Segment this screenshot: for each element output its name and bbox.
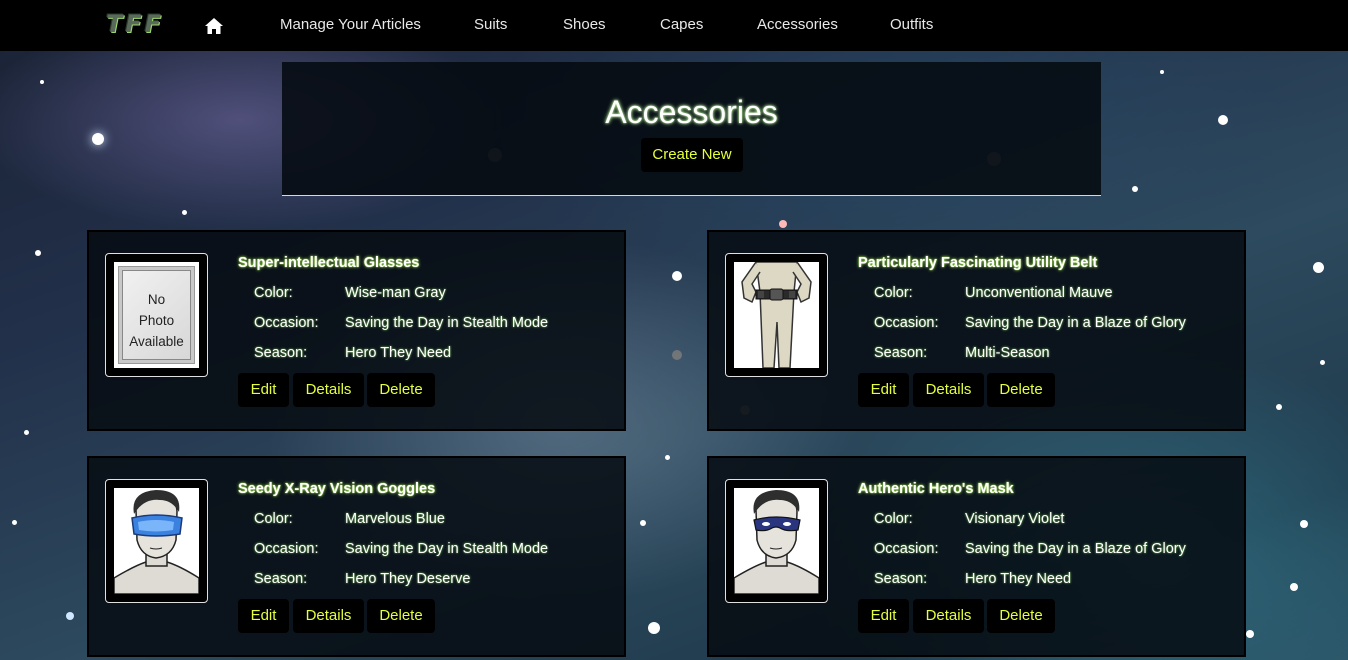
utility-belt-image (734, 262, 819, 368)
accessory-name: Particularly Fascinating Utility Belt (858, 255, 1098, 271)
accessory-card: No Photo Available Super-intellectual Gl… (87, 230, 626, 431)
color-value: Wise-man Gray (345, 285, 446, 301)
season-label: Season: (874, 571, 928, 587)
no-photo-text: Available (129, 334, 184, 349)
accessory-name: Authentic Hero's Mask (858, 481, 1014, 497)
occasion-value: Saving the Day in a Blaze of Glory (965, 541, 1186, 557)
nav-capes[interactable]: Capes (660, 16, 703, 33)
nav-shoes[interactable]: Shoes (563, 16, 606, 33)
edit-button[interactable]: Edit (238, 373, 289, 407)
occasion-label: Occasion: (254, 541, 319, 557)
no-photo-text: Photo (138, 313, 175, 328)
navbar: TFF Manage Your Articles Suits Shoes Cap… (0, 0, 1348, 51)
details-button[interactable]: Details (293, 599, 364, 633)
details-button[interactable]: Details (293, 373, 364, 407)
color-value: Visionary Violet (965, 511, 1065, 527)
accessory-card: Particularly Fascinating Utility Belt Co… (707, 230, 1246, 431)
goggles-image (114, 488, 199, 594)
season-label: Season: (254, 571, 308, 587)
mask-image (734, 488, 819, 594)
occasion-value: Saving the Day in Stealth Mode (345, 541, 549, 557)
accessory-thumbnail[interactable] (725, 479, 828, 603)
accessory-card: Seedy X-Ray Vision Goggles Color: Marvel… (87, 456, 626, 657)
accessory-thumbnail[interactable] (105, 479, 208, 603)
color-label: Color: (254, 511, 293, 527)
details-button[interactable]: Details (913, 599, 984, 633)
season-label: Season: (874, 345, 928, 361)
occasion-value: Saving the Day in Stealth Mode (345, 315, 549, 331)
create-new-button[interactable]: Create New (641, 138, 743, 172)
accessory-name: Seedy X-Ray Vision Goggles (238, 481, 436, 497)
season-value: Hero They Deserve (345, 571, 471, 587)
occasion-label: Occasion: (874, 315, 939, 331)
page-header: Accessories Create New (282, 62, 1101, 196)
nav-outfits[interactable]: Outfits (890, 16, 933, 33)
color-value: Marvelous Blue (345, 511, 445, 527)
color-label: Color: (254, 285, 293, 301)
color-label: Color: (874, 285, 913, 301)
accessory-thumbnail[interactable] (725, 253, 828, 377)
season-value: Hero They Need (965, 571, 1072, 587)
season-label: Season: (254, 345, 308, 361)
accessory-thumbnail[interactable]: No Photo Available (105, 253, 208, 377)
no-photo-text: No (147, 292, 166, 307)
home-icon[interactable] (204, 17, 224, 35)
accessory-card: Authentic Hero's Mask Color: Visionary V… (707, 456, 1246, 657)
no-photo-image: No Photo Available (114, 262, 199, 368)
delete-button[interactable]: Delete (367, 599, 435, 633)
edit-button[interactable]: Edit (238, 599, 289, 633)
season-value: Multi-Season (965, 345, 1050, 361)
page-title: Accessories (605, 94, 778, 130)
brand-logo[interactable]: TFF (106, 10, 164, 38)
delete-button[interactable]: Delete (367, 373, 435, 407)
occasion-label: Occasion: (254, 315, 319, 331)
color-label: Color: (874, 511, 913, 527)
delete-button[interactable]: Delete (987, 599, 1055, 633)
nav-suits[interactable]: Suits (474, 16, 507, 33)
edit-button[interactable]: Edit (858, 599, 909, 633)
color-value: Unconventional Mauve (965, 285, 1113, 301)
accessory-name: Super-intellectual Glasses (238, 255, 420, 271)
delete-button[interactable]: Delete (987, 373, 1055, 407)
occasion-value: Saving the Day in a Blaze of Glory (965, 315, 1186, 331)
nav-manage-articles[interactable]: Manage Your Articles (280, 16, 421, 33)
details-button[interactable]: Details (913, 373, 984, 407)
season-value: Hero They Need (345, 345, 452, 361)
occasion-label: Occasion: (874, 541, 939, 557)
nav-accessories[interactable]: Accessories (757, 16, 838, 33)
edit-button[interactable]: Edit (858, 373, 909, 407)
